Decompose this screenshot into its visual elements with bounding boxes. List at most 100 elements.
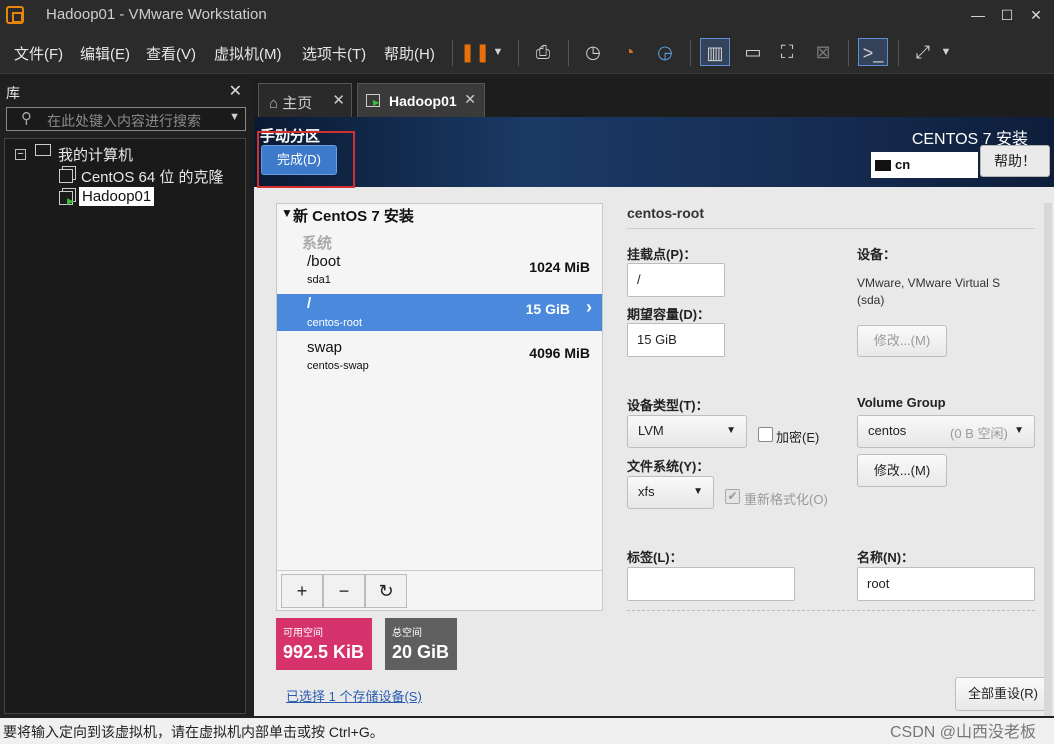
minimize-icon[interactable]: —	[966, 4, 990, 26]
chevron-down-icon: ▼	[1014, 425, 1024, 436]
tab-hadoop01[interactable]: ▶ Hadoop01 ✕	[357, 83, 485, 117]
unity-icon[interactable]: ⊠	[808, 38, 838, 66]
vm-tab-bar: ⌂ 主页 ✕ ▶ Hadoop01 ✕	[254, 78, 1054, 117]
menu-file[interactable]: 文件(F)	[14, 43, 63, 64]
library-search-input[interactable]: ⚲ 在此处键入内容进行搜索 ▼	[6, 107, 246, 131]
name-input[interactable]: root	[857, 567, 1035, 601]
label-field-label: 标签(L)：	[627, 550, 683, 565]
menu-view[interactable]: 查看(V)	[146, 43, 196, 64]
total-value: 20 GiB	[392, 642, 450, 662]
library-header: 库	[6, 85, 20, 101]
tree-root[interactable]: 我的计算机	[58, 144, 133, 165]
detail-title: centos-root	[627, 205, 704, 221]
remove-partition-button[interactable]: −	[323, 574, 365, 608]
close-icon[interactable]: ✕	[1024, 4, 1048, 26]
name-field-label: 名称(N)：	[857, 550, 915, 565]
available-value: 992.5 KiB	[283, 642, 365, 662]
pause-icon[interactable]: ❚❚	[460, 38, 490, 66]
partition-device: centos-root	[307, 317, 363, 329]
chevron-down-icon[interactable]: ▼	[488, 38, 508, 66]
partition-row-swap[interactable]: swap centos-swap 4096 MiB	[277, 337, 602, 377]
thumbnail-icon[interactable]: ▭	[738, 38, 768, 66]
encrypt-label: 加密(E)	[776, 430, 820, 445]
reformat-checkbox[interactable]: ✔	[725, 489, 740, 504]
scrollbar[interactable]	[1044, 203, 1052, 716]
menu-vm[interactable]: 虚拟机(M)	[214, 43, 282, 64]
close-icon[interactable]: ✕	[229, 81, 242, 101]
tab-home-label: 主页	[282, 95, 313, 112]
snapshot-icon[interactable]: ◷	[578, 38, 608, 66]
encrypt-checkbox[interactable]	[758, 427, 773, 442]
partition-device: centos-swap	[307, 360, 369, 372]
menu-tabs[interactable]: 选项卡(T)	[302, 43, 366, 64]
reset-all-button[interactable]: 全部重设(R)	[955, 677, 1051, 711]
partition-size: 1024 MiB	[529, 259, 590, 275]
partition-row-boot[interactable]: /boot sda1 1024 MiB	[277, 251, 602, 291]
capacity-input[interactable]: 15 GiB	[627, 323, 725, 357]
show-library-icon[interactable]: ▥	[700, 38, 730, 66]
modify-device-button[interactable]: 修改...(M)	[857, 325, 947, 357]
close-icon[interactable]: ✕	[464, 91, 476, 108]
console-icon[interactable]: >_	[858, 38, 888, 66]
chevron-right-icon: ›	[586, 297, 592, 317]
computer-icon	[35, 144, 51, 156]
watermark: CSDN @山西没老板	[889, 724, 1036, 741]
volume-group-select[interactable]: centos (0 B 空闲) ▼	[857, 415, 1035, 448]
stretch-icon[interactable]: ⤢	[908, 38, 938, 66]
chevron-down-icon[interactable]: ▼	[229, 111, 240, 123]
tree-item-hadoop01[interactable]: Hadoop01	[79, 187, 155, 206]
highlight-box	[257, 131, 355, 188]
partition-size: 4096 MiB	[529, 345, 590, 361]
vm-console[interactable]: 手动分区 完成(D) CENTOS 7 安装 cn 帮助！ ▼ 新 CentOS…	[254, 117, 1054, 716]
storage-devices-link[interactable]: 已选择 1 个存储设备(S)	[286, 686, 422, 705]
system-label: 系统	[302, 235, 333, 252]
home-icon: ⌂	[269, 95, 279, 112]
expand-icon[interactable]: ▼	[281, 206, 293, 220]
menu-edit[interactable]: 编辑(E)	[80, 43, 130, 64]
close-icon[interactable]: ✕	[332, 91, 345, 109]
menu-help[interactable]: 帮助(H)	[384, 43, 435, 64]
tab-home[interactable]: ⌂ 主页 ✕	[258, 83, 352, 117]
vm-icon	[59, 169, 73, 183]
keyboard-icon	[875, 160, 891, 172]
chevron-down-icon[interactable]: ▼	[936, 38, 956, 66]
filesystem-select[interactable]: xfs ▼	[627, 476, 714, 509]
device-type-value: LVM	[638, 423, 664, 438]
revert-snapshot-icon[interactable]: ◔	[614, 38, 644, 66]
mount-point-input[interactable]: /	[627, 263, 725, 297]
partition-row-root[interactable]: / centos-root 15 GiB ›	[277, 294, 602, 331]
add-partition-button[interactable]: +	[281, 574, 323, 608]
maximize-icon[interactable]: ☐	[995, 4, 1019, 26]
label-input[interactable]	[627, 567, 795, 601]
reformat-label: 重新格式化(O)	[744, 492, 828, 507]
library-panel: 库 ✕ ⚲ 在此处键入内容进行搜索 ▼ − 我的计算机 CentOS 64 位 …	[0, 78, 250, 718]
vmware-logo-icon	[6, 6, 24, 24]
chevron-down-icon: ▼	[726, 425, 736, 436]
device-type-select[interactable]: LVM ▼	[627, 415, 747, 448]
partition-size: 15 GiB	[525, 301, 570, 317]
search-icon: ⚲	[21, 110, 32, 127]
partition-device: sda1	[307, 274, 331, 286]
window-title: Hadoop01 - VMware Workstation	[46, 6, 267, 23]
collapse-icon[interactable]: −	[15, 149, 26, 160]
refresh-icon[interactable]: ↻	[365, 574, 407, 608]
fullscreen-icon[interactable]: ⛶	[772, 38, 802, 66]
search-placeholder: 在此处键入内容进行搜索	[47, 113, 201, 129]
device-label: 设备：	[857, 247, 897, 262]
installer-banner: 手动分区 完成(D) CENTOS 7 安装 cn 帮助！	[254, 117, 1054, 188]
play-icon: ▶	[67, 196, 74, 206]
chevron-down-icon: ▼	[693, 486, 703, 497]
send-keys-icon[interactable]: ⎙	[528, 38, 558, 66]
tree-item-centos-clone[interactable]: CentOS 64 位 的克隆	[81, 166, 224, 187]
keyboard-layout[interactable]: cn	[871, 152, 978, 178]
help-button[interactable]: 帮助！	[980, 145, 1050, 177]
tab-hadoop01-label: Hadoop01	[389, 93, 457, 109]
total-space-card: 总空间 20 GiB	[385, 618, 457, 670]
snapshot-manager-icon[interactable]: ◶	[650, 38, 680, 66]
library-tree: − 我的计算机 CentOS 64 位 的克隆 ▶ Hadoop01	[4, 138, 246, 714]
modify-volume-group-button[interactable]: 修改...(M)	[857, 454, 947, 487]
filesystem-value: xfs	[638, 484, 655, 499]
play-icon: ▶	[373, 98, 380, 107]
mount-point-label: 挂载点(P)：	[627, 247, 697, 262]
volume-group-label: Volume Group	[857, 395, 946, 410]
